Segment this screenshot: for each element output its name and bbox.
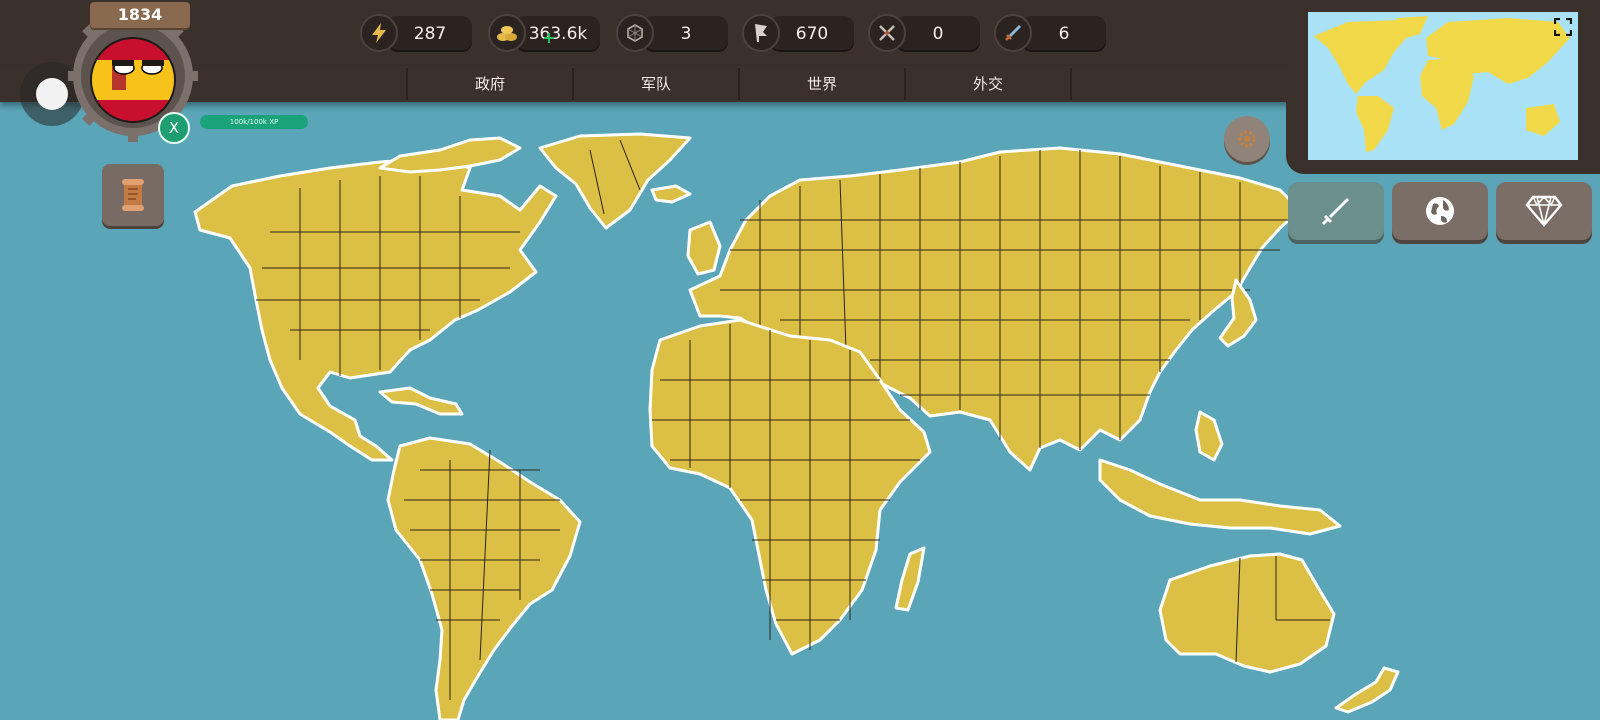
north-america[interactable] bbox=[193, 156, 558, 462]
gold-value: 363.6k bbox=[516, 16, 600, 52]
energy-value: 287 bbox=[388, 16, 472, 52]
scroll-icon bbox=[122, 179, 144, 211]
x-button[interactable]: X bbox=[158, 112, 190, 144]
globe-button[interactable] bbox=[1392, 182, 1488, 240]
new-zealand[interactable] bbox=[1334, 666, 1400, 714]
arctic-islands[interactable] bbox=[378, 136, 522, 174]
year-label: 1834 bbox=[90, 2, 190, 28]
philippines[interactable] bbox=[1194, 410, 1224, 462]
gold-coins-icon bbox=[488, 14, 526, 52]
iceland[interactable] bbox=[650, 184, 692, 204]
army-value: 6 bbox=[1022, 16, 1106, 52]
british-isles[interactable] bbox=[686, 220, 722, 276]
minimap[interactable] bbox=[1308, 12, 1578, 160]
influence-value: 670 bbox=[770, 16, 854, 52]
gear-icon bbox=[1238, 130, 1256, 148]
diamond-button[interactable] bbox=[1496, 182, 1592, 240]
caribbean[interactable] bbox=[378, 386, 464, 416]
tab-government[interactable]: 政府 bbox=[406, 68, 572, 100]
plus-icon[interactable] bbox=[544, 28, 554, 43]
expand-icon[interactable] bbox=[1553, 17, 1573, 40]
joystick-knob[interactable] bbox=[36, 78, 68, 110]
battles-value: 0 bbox=[896, 16, 980, 52]
population-value: 3 bbox=[644, 16, 728, 52]
lightning-icon bbox=[360, 14, 398, 52]
scroll-button[interactable] bbox=[102, 164, 164, 226]
diamond-icon bbox=[1525, 195, 1563, 227]
tab-military[interactable]: 军队 bbox=[572, 68, 738, 100]
flag-icon bbox=[742, 14, 780, 52]
madagascar[interactable] bbox=[894, 546, 926, 612]
globe-icon bbox=[1426, 197, 1454, 225]
population-icon bbox=[616, 14, 654, 52]
crossed-swords-icon bbox=[868, 14, 906, 52]
tab-diplomacy[interactable]: 外交 bbox=[904, 68, 1072, 100]
southeast-asia-islands[interactable] bbox=[1098, 458, 1342, 536]
tab-world[interactable]: 世界 bbox=[738, 68, 904, 100]
xp-bar: 100k/100k XP bbox=[200, 115, 308, 129]
settings-button[interactable] bbox=[1224, 116, 1270, 162]
sword-icon bbox=[994, 14, 1032, 52]
war-button[interactable] bbox=[1288, 182, 1384, 240]
greenland[interactable] bbox=[538, 132, 692, 230]
sword-icon bbox=[1321, 198, 1349, 226]
australia[interactable] bbox=[1158, 552, 1336, 674]
